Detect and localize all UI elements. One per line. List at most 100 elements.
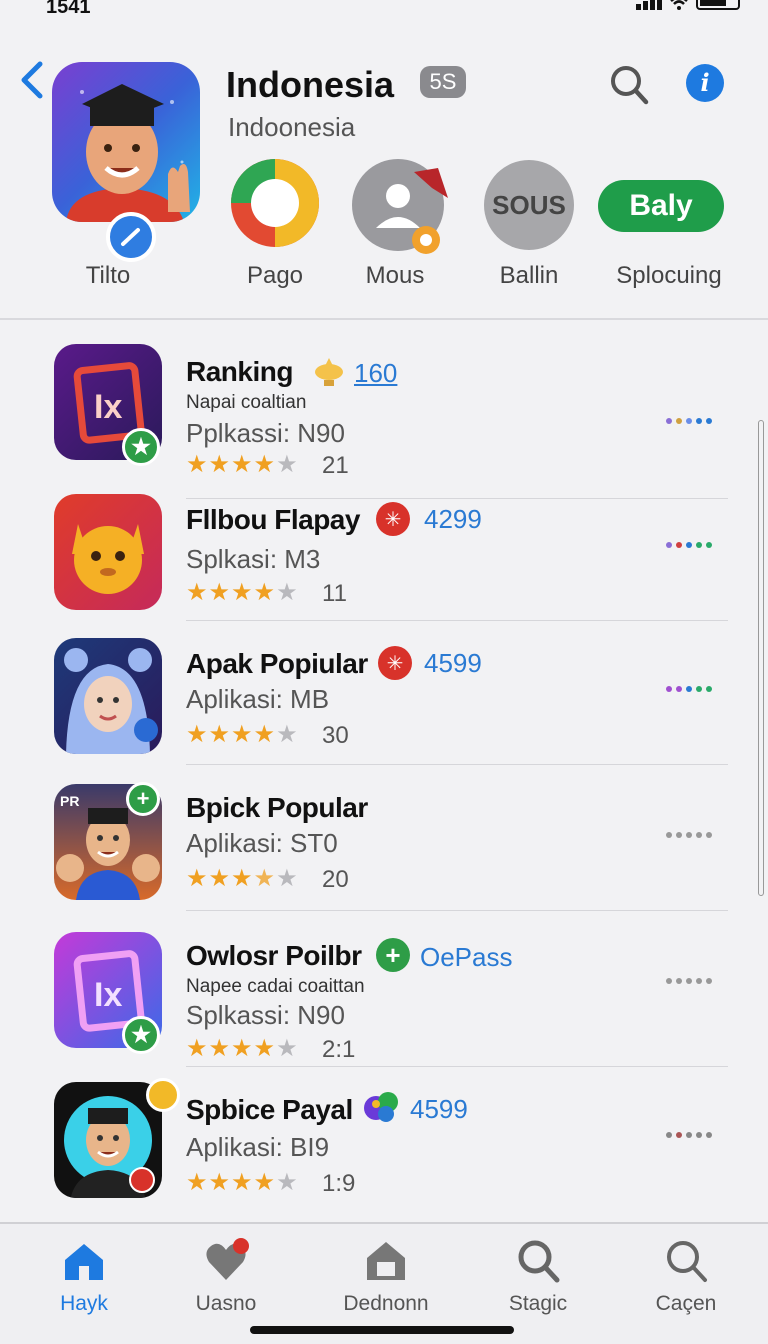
tab-stagic[interactable]: Stagic [468, 1224, 608, 1334]
app-meta: Aplikasi: MB [186, 684, 330, 714]
app-icon-cat [54, 494, 162, 610]
list-item[interactable]: Ix ★ Owlosr Poilbr + OePass Napee cadai … [0, 930, 768, 1070]
search-icon[interactable] [606, 62, 652, 108]
tab-label: Stagic [508, 1292, 568, 1315]
category-mous[interactable] [352, 158, 448, 258]
star-badge-icon: ★ [122, 1016, 160, 1054]
app-tag[interactable]: 4599 [410, 1094, 468, 1125]
tab-label: Dednonn [343, 1292, 429, 1315]
list-item[interactable]: PR + Bpick Popular Aplikasi: ST0 ★★★★★ 2… [0, 782, 768, 922]
more-dots-icon[interactable] [666, 542, 712, 548]
tab-label: Hayk [60, 1292, 108, 1315]
more-dots-icon[interactable] [666, 418, 712, 424]
category-label-pago: Pago [246, 262, 304, 289]
rating-count: 21 [322, 452, 349, 479]
page-title: Indonesia [226, 64, 395, 105]
verified-badge-icon [106, 212, 156, 262]
avatar-graduate-icon [66, 84, 190, 222]
tab-hayk[interactable]: Hayk [14, 1224, 154, 1334]
battery-icon [696, 0, 740, 10]
chrome-style-ring-icon [231, 159, 319, 247]
category-label-mous: Mous [365, 262, 425, 289]
home-indicator [250, 1326, 514, 1334]
tab-cacen[interactable]: Caçen [616, 1224, 756, 1334]
tab-label: Uasno [195, 1292, 257, 1315]
svg-text:PR: PR [60, 793, 79, 809]
row-divider [186, 764, 728, 765]
rating-count: 1:9 [322, 1170, 356, 1197]
app-name: Apak Popiular [186, 648, 368, 679]
more-dots-icon[interactable] [666, 978, 712, 984]
app-tag[interactable]: 160 [354, 358, 397, 389]
list-item[interactable]: Fllbou Flapay ✳ 4299 Splkasi: M3 ★★★★★ 1… [0, 492, 768, 632]
age-rating-badge: 5S [420, 66, 466, 98]
rating-count: 30 [322, 722, 349, 749]
baly-pill-button[interactable]: Baly [598, 180, 724, 232]
wifi-icon [670, 0, 688, 10]
star-rating: ★★★★★ [186, 1035, 299, 1062]
rating-count: 20 [322, 866, 349, 893]
list-item[interactable]: Spbice Payal 4599 Aplikasi: BI9 ★★★★★ 1:… [0, 1078, 768, 1222]
category-pago[interactable] [230, 158, 320, 248]
back-chevron-icon[interactable] [18, 60, 46, 100]
star-rating: ★★★★★ [186, 865, 299, 892]
info-icon[interactable]: i [686, 64, 724, 102]
home-icon [65, 1244, 103, 1280]
scrollbar[interactable] [758, 420, 764, 896]
app-meta: Pplkassi: N90 [186, 418, 345, 448]
category-label-ballin: Ballin [499, 262, 559, 289]
house-lock-icon [367, 1242, 405, 1280]
row-divider [186, 1066, 728, 1067]
tab-uasno[interactable]: Uasno [156, 1224, 296, 1334]
plus-green-icon: + [376, 938, 410, 972]
row-divider [186, 910, 728, 911]
cat-face-icon [72, 524, 144, 594]
app-meta: Splkasi: M3 [186, 544, 321, 574]
tab-dednonn[interactable]: Dednonn [316, 1224, 456, 1334]
star-badge-icon: ★ [122, 428, 160, 466]
app-tag[interactable]: OePass [420, 942, 513, 973]
profile-graduate-icon [352, 159, 448, 254]
star-rating: ★★★★★ [186, 1169, 299, 1196]
colorful-blob-icon [362, 1088, 400, 1126]
lightbulb-icon [310, 354, 344, 388]
search-icon [667, 1241, 707, 1282]
app-icon-bunny [54, 638, 162, 754]
bunny-avatar-icon [64, 648, 158, 754]
svg-text:Ix: Ix [94, 976, 122, 1014]
list-item[interactable]: Ix ★ Ranking 160 Napai coaltian Pplkassi… [0, 342, 768, 499]
category-ballin[interactable]: SOUS [484, 160, 574, 250]
app-meta: Aplikasi: BI9 [186, 1132, 330, 1162]
app-icon[interactable] [52, 62, 200, 222]
status-icons [636, 0, 740, 10]
star-rating: ★★★★★ [186, 451, 299, 478]
status-time: 1541 [46, 0, 91, 18]
star-rating: ★★★★★ [186, 579, 299, 606]
tab-label: Caçen [655, 1292, 717, 1315]
app-tag[interactable]: 4599 [424, 648, 482, 679]
category-label-splocuing: Splocuing [616, 262, 722, 289]
burst-red-icon: ✳ [378, 646, 412, 680]
status-bar: 1541 [0, 0, 768, 20]
more-dots-icon[interactable] [666, 1132, 712, 1138]
app-name: Ranking [186, 356, 293, 387]
app-tag[interactable]: 4299 [424, 504, 482, 535]
more-dots-icon[interactable] [666, 686, 712, 692]
heart-icon [206, 1238, 249, 1280]
more-dots-icon[interactable] [666, 832, 712, 838]
app-icon-label: Tilto [85, 262, 131, 289]
rating-count: 2:1 [322, 1036, 356, 1063]
app-desc: Napee cadai coaittan [186, 976, 365, 997]
app-name: Fllbou Flapay [186, 504, 360, 535]
app-name: Bpick Popular [186, 792, 368, 823]
smile-badge-icon [146, 1078, 180, 1112]
sous-circle-text: SOUS [492, 189, 566, 220]
rating-count: 11 [322, 580, 347, 607]
list-item[interactable]: Apak Popiular ✳ 4599 Aplikasi: MB ★★★★★ … [0, 636, 768, 776]
app-name: Owlosr Poilbr [186, 940, 362, 971]
burst-red-icon: ✳ [376, 502, 410, 536]
plus-badge-icon: + [126, 782, 160, 816]
app-name: Spbice Payal [186, 1094, 353, 1125]
svg-text:Ix: Ix [94, 388, 122, 426]
signal-icon [636, 0, 662, 10]
